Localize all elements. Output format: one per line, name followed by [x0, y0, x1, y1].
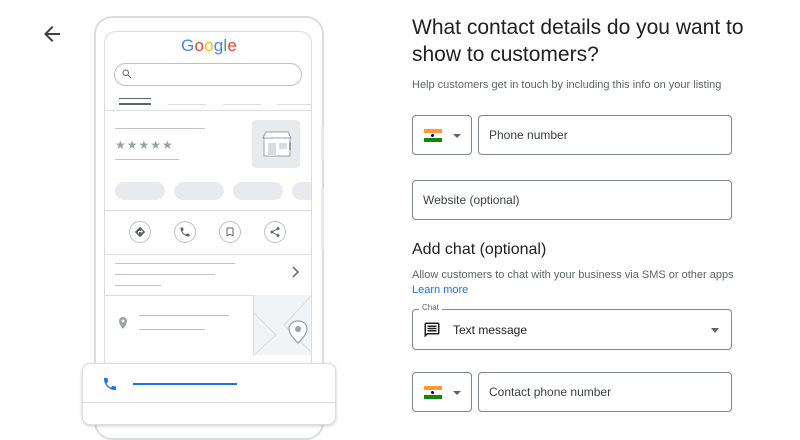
preview-tab-active [119, 103, 151, 105]
arrow-left-icon [44, 26, 60, 42]
logo-letter: e [227, 36, 238, 55]
map-roads [254, 295, 311, 355]
location-pin-icon [119, 317, 127, 329]
preview-divider [105, 110, 311, 111]
contact-phone-field[interactable] [478, 372, 732, 412]
india-flag-icon [424, 386, 442, 399]
placeholder-line [115, 285, 161, 286]
placeholder-line [115, 128, 205, 129]
preview-share [264, 221, 286, 243]
caret-down-icon [453, 391, 461, 395]
logo-letter: G [181, 36, 195, 55]
bookmark-icon [226, 227, 234, 237]
card-divider [83, 402, 335, 403]
dropdown-arrow-icon [711, 328, 719, 333]
preview-directions [129, 221, 151, 243]
preview-tab-line [119, 98, 151, 99]
preview-save [219, 221, 241, 243]
directions-icon [135, 227, 145, 237]
preview-chip [174, 182, 224, 200]
preview-search-bar [114, 63, 302, 86]
preview-tab-line [277, 104, 311, 105]
preview-divider [105, 210, 311, 211]
preview-divider [105, 254, 311, 255]
contact-phone-input[interactable] [479, 373, 731, 411]
phone-icon [180, 227, 190, 237]
placeholder-line [115, 263, 235, 264]
preview-chip [115, 182, 165, 200]
website-input[interactable] [413, 181, 731, 219]
phone-screen: Google ★★★★★ [104, 31, 312, 373]
learn-more-link[interactable]: Learn more [412, 284, 468, 296]
caret-down-icon [453, 134, 461, 138]
placeholder-line [115, 274, 215, 275]
map-thumbnail [253, 295, 311, 355]
preview-tab-line [223, 104, 261, 105]
placeholder-line [139, 329, 205, 330]
chat-section-description: Allow customers to chat with your busine… [412, 269, 734, 281]
india-flag-icon [424, 129, 442, 142]
logo-letter: o [204, 36, 214, 55]
website-field[interactable] [412, 180, 732, 220]
chevron-right-icon [292, 266, 300, 278]
phone-highlight-line [133, 383, 237, 385]
phone-number-field[interactable] [478, 115, 732, 155]
contact-country-code-selector[interactable] [412, 372, 472, 412]
preview-tab-line [168, 104, 206, 105]
chat-section-heading: Add chat (optional) [412, 241, 547, 258]
share-icon [270, 227, 280, 237]
storefront-icon [262, 131, 292, 157]
preview-chip [292, 182, 311, 200]
phone-side-button [321, 188, 324, 250]
call-preview-card [82, 363, 336, 425]
placeholder-line [139, 315, 229, 316]
page-subtitle: Help customers get in touch by including… [412, 79, 722, 91]
chat-select-label: Chat [419, 303, 442, 312]
phone-number-input[interactable] [479, 116, 731, 154]
chat-method-value: Text message [453, 323, 528, 337]
country-code-selector[interactable] [412, 115, 472, 155]
rating-stars: ★★★★★ [115, 138, 174, 152]
phone-side-button [321, 126, 324, 160]
page-title: What contact details do you want to show… [412, 16, 744, 66]
preview-chip [233, 182, 283, 200]
phone-icon [104, 378, 116, 390]
message-icon [424, 322, 440, 338]
chat-method-select[interactable]: Text message [412, 309, 732, 350]
preview-call [174, 221, 196, 243]
google-logo: Google [181, 36, 237, 56]
placeholder-line [115, 159, 179, 160]
logo-letter: o [194, 36, 205, 55]
search-icon [122, 69, 132, 79]
logo-letter: g [213, 36, 224, 55]
storefront-thumbnail [252, 120, 300, 168]
back-button[interactable] [40, 22, 64, 46]
